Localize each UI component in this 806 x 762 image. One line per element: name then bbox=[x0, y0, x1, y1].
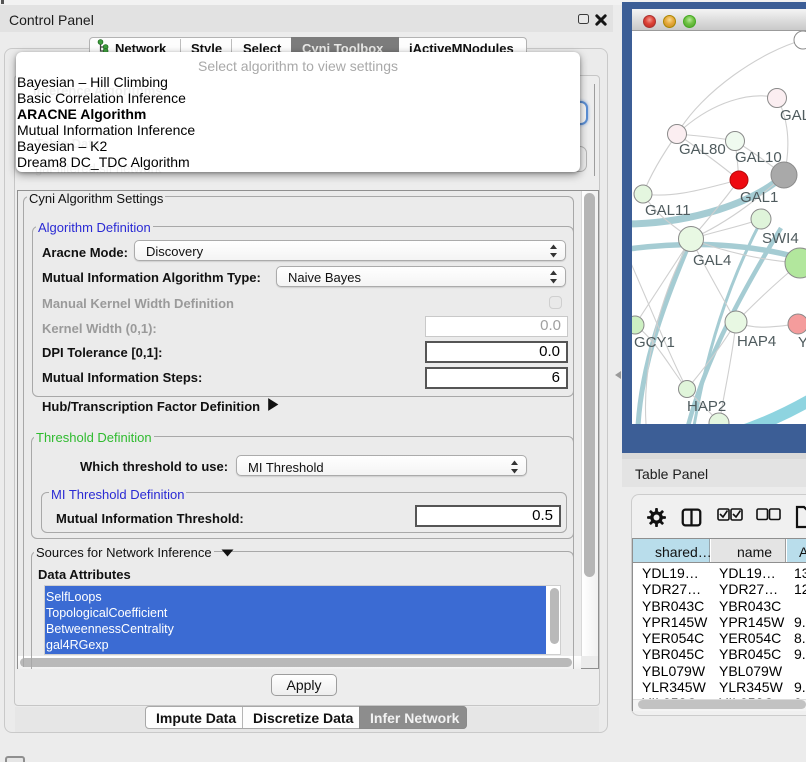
svg-text:GAL80: GAL80 bbox=[679, 141, 726, 158]
svg-text:GAL4: GAL4 bbox=[693, 252, 731, 269]
svg-text:GAL: GAL bbox=[780, 107, 806, 124]
svg-text:HAP4: HAP4 bbox=[737, 333, 776, 350]
svg-text:GAL10: GAL10 bbox=[735, 149, 782, 166]
svg-text:SWI4: SWI4 bbox=[762, 230, 799, 247]
svg-text:Y: Y bbox=[798, 334, 806, 351]
svg-text:GAL11: GAL11 bbox=[645, 202, 691, 219]
svg-text:GCY1: GCY1 bbox=[634, 334, 675, 351]
svg-text:HAP2: HAP2 bbox=[687, 398, 726, 415]
svg-text:GAL1: GAL1 bbox=[740, 189, 778, 206]
